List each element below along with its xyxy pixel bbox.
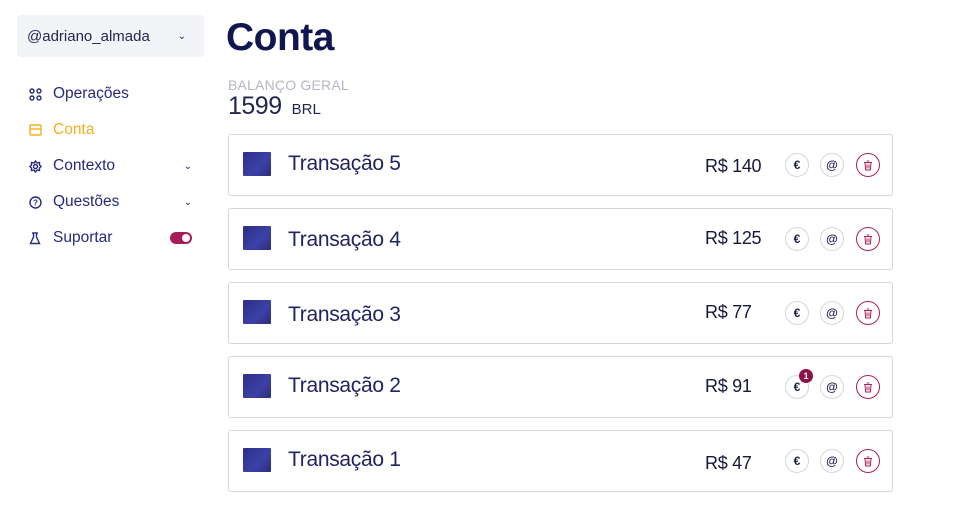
sidebar-item-operacoes[interactable]: Operações [27, 84, 192, 104]
euro-icon: € [793, 380, 801, 394]
at-icon: @ [826, 158, 838, 172]
euro-icon: € [793, 306, 801, 320]
delete-button[interactable] [856, 153, 880, 177]
transaction-title: Transação 3 [288, 303, 401, 326]
balance-summary: 1599 BRL [228, 92, 321, 121]
transaction-amount: R$ 125 [705, 228, 762, 248]
transaction-title: Transação 1 [288, 448, 401, 471]
sidebar-item-label: Conta [53, 121, 95, 138]
delete-button[interactable] [856, 301, 880, 325]
sidebar-nav: Operações Conta Contexto ⌄ ? Questões ⌄ … [27, 84, 192, 264]
transaction-thumbnail [243, 226, 271, 250]
sidebar-item-questoes[interactable]: ? Questões ⌄ [27, 192, 192, 212]
chevron-down-icon[interactable]: ⌄ [184, 197, 192, 208]
at-icon: @ [826, 380, 838, 394]
trash-icon [864, 160, 872, 170]
settings-icon [27, 158, 43, 174]
at-button[interactable]: @ [820, 449, 844, 473]
transaction-thumbnail [243, 300, 271, 324]
trash-icon [864, 382, 872, 392]
at-button[interactable]: @ [820, 375, 844, 399]
balance-label: BALANÇO GERAL [228, 77, 349, 93]
balance-currency: BRL [291, 101, 321, 118]
at-button[interactable]: @ [820, 227, 844, 251]
transaction-amount: R$ 77 [705, 302, 752, 322]
transaction-amount: R$ 140 [705, 156, 762, 176]
sidebar-item-conta[interactable]: Conta [27, 120, 192, 140]
transaction-title: Transação 4 [288, 228, 401, 251]
euro-button[interactable]: € [785, 301, 809, 325]
flask-icon [27, 230, 43, 246]
trash-icon [864, 456, 872, 466]
sidebar-item-suportar[interactable]: Suportar [27, 228, 192, 248]
delete-button[interactable] [856, 449, 880, 473]
at-icon: @ [826, 232, 838, 246]
euro-icon: € [793, 232, 801, 246]
help-icon: ? [27, 194, 43, 210]
euro-icon: € [793, 158, 801, 172]
transaction-card[interactable]: Transação 4 R$ 125 € @ [228, 208, 893, 270]
chevron-down-icon[interactable]: ⌄ [184, 161, 192, 172]
euro-button[interactable]: € [785, 153, 809, 177]
transaction-amount: R$ 91 [705, 376, 752, 396]
grid-icon [27, 86, 43, 102]
user-account-select[interactable]: @adriano_almada ⌄ [17, 15, 204, 57]
wallet-icon [27, 122, 43, 138]
delete-button[interactable] [856, 375, 880, 399]
sidebar-item-label: Suportar [53, 229, 113, 246]
sidebar-item-label: Contexto [53, 157, 116, 174]
notification-badge: 1 [799, 369, 813, 383]
transaction-title: Transação 2 [288, 374, 401, 397]
page-title: Conta [226, 16, 335, 59]
chevron-down-icon: ⌄ [177, 30, 186, 42]
sidebar-item-label: Operações [53, 85, 129, 102]
trash-icon [864, 234, 872, 244]
user-handle: @adriano_almada [27, 27, 150, 45]
at-button[interactable]: @ [820, 301, 844, 325]
transaction-thumbnail [243, 448, 271, 472]
transaction-card[interactable]: Transação 1 R$ 47 € @ [228, 430, 893, 492]
balance-value: 1599 [228, 92, 282, 120]
transaction-title: Transação 5 [288, 152, 401, 175]
svg-text:?: ? [33, 198, 38, 207]
at-icon: @ [826, 306, 838, 320]
transaction-card[interactable]: Transação 5 R$ 140 € @ [228, 134, 893, 196]
delete-button[interactable] [856, 227, 880, 251]
transaction-list: Transação 5 R$ 140 € @ Transação 4 R$ 12… [228, 134, 893, 504]
transaction-amount: R$ 47 [705, 453, 752, 473]
sidebar-item-contexto[interactable]: Contexto ⌄ [27, 156, 192, 176]
trash-icon [864, 308, 872, 318]
euro-icon: € [793, 454, 801, 468]
euro-button[interactable]: € [785, 227, 809, 251]
transaction-card[interactable]: Transação 3 R$ 77 € @ [228, 282, 893, 344]
transaction-thumbnail [243, 152, 271, 176]
transaction-card[interactable]: Transação 2 R$ 91 € 1 @ [228, 356, 893, 418]
support-toggle[interactable] [170, 232, 192, 244]
transaction-thumbnail [243, 374, 271, 398]
sidebar-item-label: Questões [53, 193, 120, 210]
euro-button[interactable]: € 1 [785, 369, 813, 399]
at-icon: @ [826, 454, 838, 468]
euro-button[interactable]: € [785, 449, 809, 473]
at-button[interactable]: @ [820, 153, 844, 177]
